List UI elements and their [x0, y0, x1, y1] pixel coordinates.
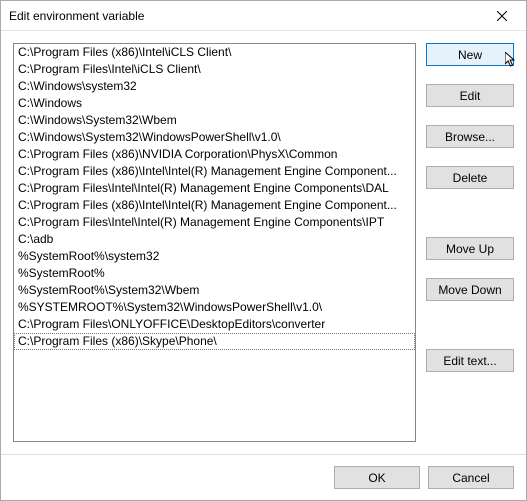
- button-label: Move Up: [446, 242, 494, 256]
- titlebar: Edit environment variable: [1, 1, 526, 31]
- path-listbox[interactable]: C:\Program Files (x86)\Intel\iCLS Client…: [13, 43, 416, 442]
- button-label: Delete: [453, 171, 488, 185]
- button-label: Move Down: [438, 283, 501, 297]
- list-item[interactable]: C:\Program Files\Intel\Intel(R) Manageme…: [14, 214, 415, 231]
- button-label: OK: [368, 471, 385, 485]
- close-button[interactable]: [479, 2, 524, 30]
- close-icon: [497, 11, 507, 21]
- button-label: Edit text...: [443, 354, 496, 368]
- button-label: Cancel: [452, 471, 489, 485]
- list-item[interactable]: %SystemRoot%\System32\Wbem: [14, 282, 415, 299]
- edit-environment-variable-dialog: Edit environment variable C:\Program Fil…: [0, 0, 527, 501]
- list-item[interactable]: C:\adb: [14, 231, 415, 248]
- browse-button[interactable]: Browse...: [426, 125, 514, 148]
- window-title: Edit environment variable: [9, 9, 479, 23]
- ok-button[interactable]: OK: [334, 466, 420, 489]
- list-item[interactable]: C:\Windows\system32: [14, 78, 415, 95]
- list-item[interactable]: C:\Program Files (x86)\Intel\Intel(R) Ma…: [14, 163, 415, 180]
- list-item[interactable]: %SYSTEMROOT%\System32\WindowsPowerShell\…: [14, 299, 415, 316]
- list-item[interactable]: C:\Windows\System32\Wbem: [14, 112, 415, 129]
- cursor-icon: [505, 52, 521, 71]
- button-label: Edit: [460, 89, 481, 103]
- list-item[interactable]: %SystemRoot%\system32: [14, 248, 415, 265]
- list-item[interactable]: C:\Program Files\Intel\iCLS Client\: [14, 61, 415, 78]
- new-button[interactable]: New: [426, 43, 514, 66]
- button-label: New: [458, 48, 482, 62]
- list-item[interactable]: C:\Program Files (x86)\NVIDIA Corporatio…: [14, 146, 415, 163]
- side-button-column: New Edit Browse... Delete: [426, 43, 514, 442]
- list-item[interactable]: C:\Program Files\Intel\Intel(R) Manageme…: [14, 180, 415, 197]
- list-item[interactable]: %SystemRoot%: [14, 265, 415, 282]
- delete-button[interactable]: Delete: [426, 166, 514, 189]
- bottom-button-bar: OK Cancel: [1, 454, 526, 500]
- list-item[interactable]: C:\Windows: [14, 95, 415, 112]
- button-label: Browse...: [445, 130, 495, 144]
- list-item[interactable]: C:\Program Files (x86)\Skype\Phone\: [14, 333, 415, 350]
- main-area: C:\Program Files (x86)\Intel\iCLS Client…: [13, 43, 514, 442]
- edit-button[interactable]: Edit: [426, 84, 514, 107]
- move-up-button[interactable]: Move Up: [426, 237, 514, 260]
- list-item[interactable]: C:\Program Files (x86)\Intel\iCLS Client…: [14, 44, 415, 61]
- move-down-button[interactable]: Move Down: [426, 278, 514, 301]
- list-item[interactable]: C:\Program Files (x86)\Intel\Intel(R) Ma…: [14, 197, 415, 214]
- list-item[interactable]: C:\Program Files\ONLYOFFICE\DesktopEdito…: [14, 316, 415, 333]
- cancel-button[interactable]: Cancel: [428, 466, 514, 489]
- list-item[interactable]: C:\Windows\System32\WindowsPowerShell\v1…: [14, 129, 415, 146]
- edit-text-button[interactable]: Edit text...: [426, 349, 514, 372]
- dialog-body: C:\Program Files (x86)\Intel\iCLS Client…: [1, 31, 526, 454]
